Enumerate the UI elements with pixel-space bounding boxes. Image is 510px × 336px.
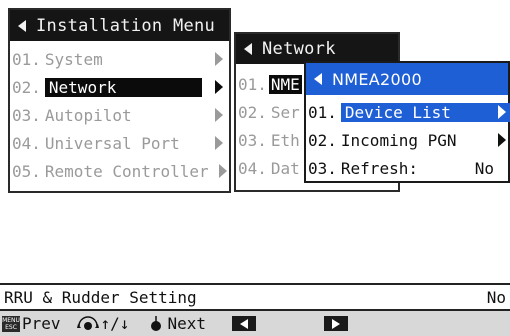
- menu-item-system[interactable]: 01. System: [10, 47, 229, 71]
- back-triangle-icon[interactable]: [244, 43, 252, 55]
- item-number: 03.: [238, 130, 267, 150]
- back-triangle-icon[interactable]: [314, 73, 322, 85]
- installation-menu-panel: Installation Menu 01. System 02. Network…: [8, 8, 231, 193]
- refresh-value: No: [474, 158, 494, 178]
- submenu-arrow-icon: [498, 105, 506, 119]
- status-label: RRU & Rudder Setting: [4, 287, 197, 307]
- item-label: Autopilot: [44, 105, 132, 125]
- installation-menu-title-bar: Installation Menu: [10, 10, 229, 41]
- cursor-right-icon: [331, 318, 340, 329]
- nmea2000-item-incoming-pgn[interactable]: 02. Incoming PGN: [306, 127, 508, 153]
- cursor-right-key[interactable]: [323, 316, 348, 331]
- item-label: Dat: [270, 158, 300, 178]
- menu-key-top-label: MENU: [2, 316, 20, 324]
- item-number: 02.: [238, 102, 267, 122]
- item-number: 01.: [12, 49, 41, 69]
- bottom-function-bar: MENU ESC Prev ↑/↓ Next: [0, 309, 510, 336]
- prev-label: Prev: [22, 314, 61, 333]
- status-line: RRU & Rudder Setting No: [0, 283, 510, 309]
- item-label: Remote Controller: [44, 161, 209, 181]
- item-number: 02.: [12, 77, 41, 97]
- updown-label: ↑/↓: [100, 314, 130, 333]
- item-label: Universal Port: [44, 133, 180, 153]
- submenu-arrow-icon: [215, 80, 223, 94]
- item-number: 05.: [12, 161, 41, 181]
- item-label: NME: [268, 74, 302, 94]
- network-menu-title-bar: Network: [236, 34, 398, 64]
- menu-item-autopilot[interactable]: 03. Autopilot: [10, 103, 229, 127]
- menu-item-network[interactable]: 02. Network: [10, 75, 229, 99]
- item-label: Device List: [340, 102, 510, 122]
- item-number: 01.: [238, 74, 267, 94]
- submenu-arrow-icon: [215, 136, 223, 150]
- item-label: Incoming PGN: [340, 130, 457, 150]
- submenu-arrow-icon: [215, 108, 223, 122]
- item-number: 01.: [308, 102, 337, 122]
- installation-menu-title: Installation Menu: [36, 15, 216, 36]
- item-label: Ser: [270, 102, 300, 122]
- item-number: 04.: [238, 158, 267, 178]
- nmea2000-item-refresh[interactable]: 03. Refresh: No: [306, 155, 508, 181]
- item-number: 02.: [308, 130, 337, 150]
- status-value: No: [486, 287, 506, 307]
- next-hint[interactable]: Next: [149, 314, 206, 333]
- menu-esc-key-icon[interactable]: MENU ESC: [2, 315, 20, 332]
- submenu-arrow-icon: [215, 52, 223, 66]
- cursor-left-key[interactable]: [231, 316, 256, 331]
- menu-item-universal-port[interactable]: 04. Universal Port: [10, 131, 229, 155]
- nmea2000-menu-title-bar: NMEA2000: [306, 63, 508, 95]
- item-label: Eth: [270, 130, 300, 150]
- item-label: Network: [44, 77, 203, 97]
- item-label: System: [44, 49, 103, 69]
- menu-key-bottom-label: ESC: [5, 323, 17, 331]
- network-menu-title: Network: [262, 39, 336, 59]
- prev-hint[interactable]: Prev: [22, 314, 61, 333]
- item-number: 04.: [12, 133, 41, 153]
- menu-item-remote-controller[interactable]: 05. Remote Controller: [10, 159, 229, 183]
- scroll-knob-icon: [76, 315, 99, 330]
- cursor-left-icon: [239, 318, 248, 329]
- nmea2000-item-device-list[interactable]: 01. Device List: [306, 99, 510, 125]
- item-number: 03.: [12, 105, 41, 125]
- knob-push-icon: [151, 315, 162, 331]
- nmea2000-menu-title: NMEA2000: [332, 69, 422, 89]
- item-number: 03.: [308, 158, 337, 178]
- nmea2000-menu-panel: NMEA2000 01. Device List 02. Incoming PG…: [304, 61, 510, 183]
- submenu-arrow-icon: [498, 133, 506, 147]
- screen: Installation Menu 01. System 02. Network…: [0, 0, 510, 336]
- scroll-hint[interactable]: ↑/↓: [76, 314, 130, 333]
- next-label: Next: [167, 314, 206, 333]
- submenu-arrow-icon: [219, 164, 227, 178]
- item-label: Refresh:: [340, 158, 418, 178]
- back-triangle-icon[interactable]: [18, 19, 26, 32]
